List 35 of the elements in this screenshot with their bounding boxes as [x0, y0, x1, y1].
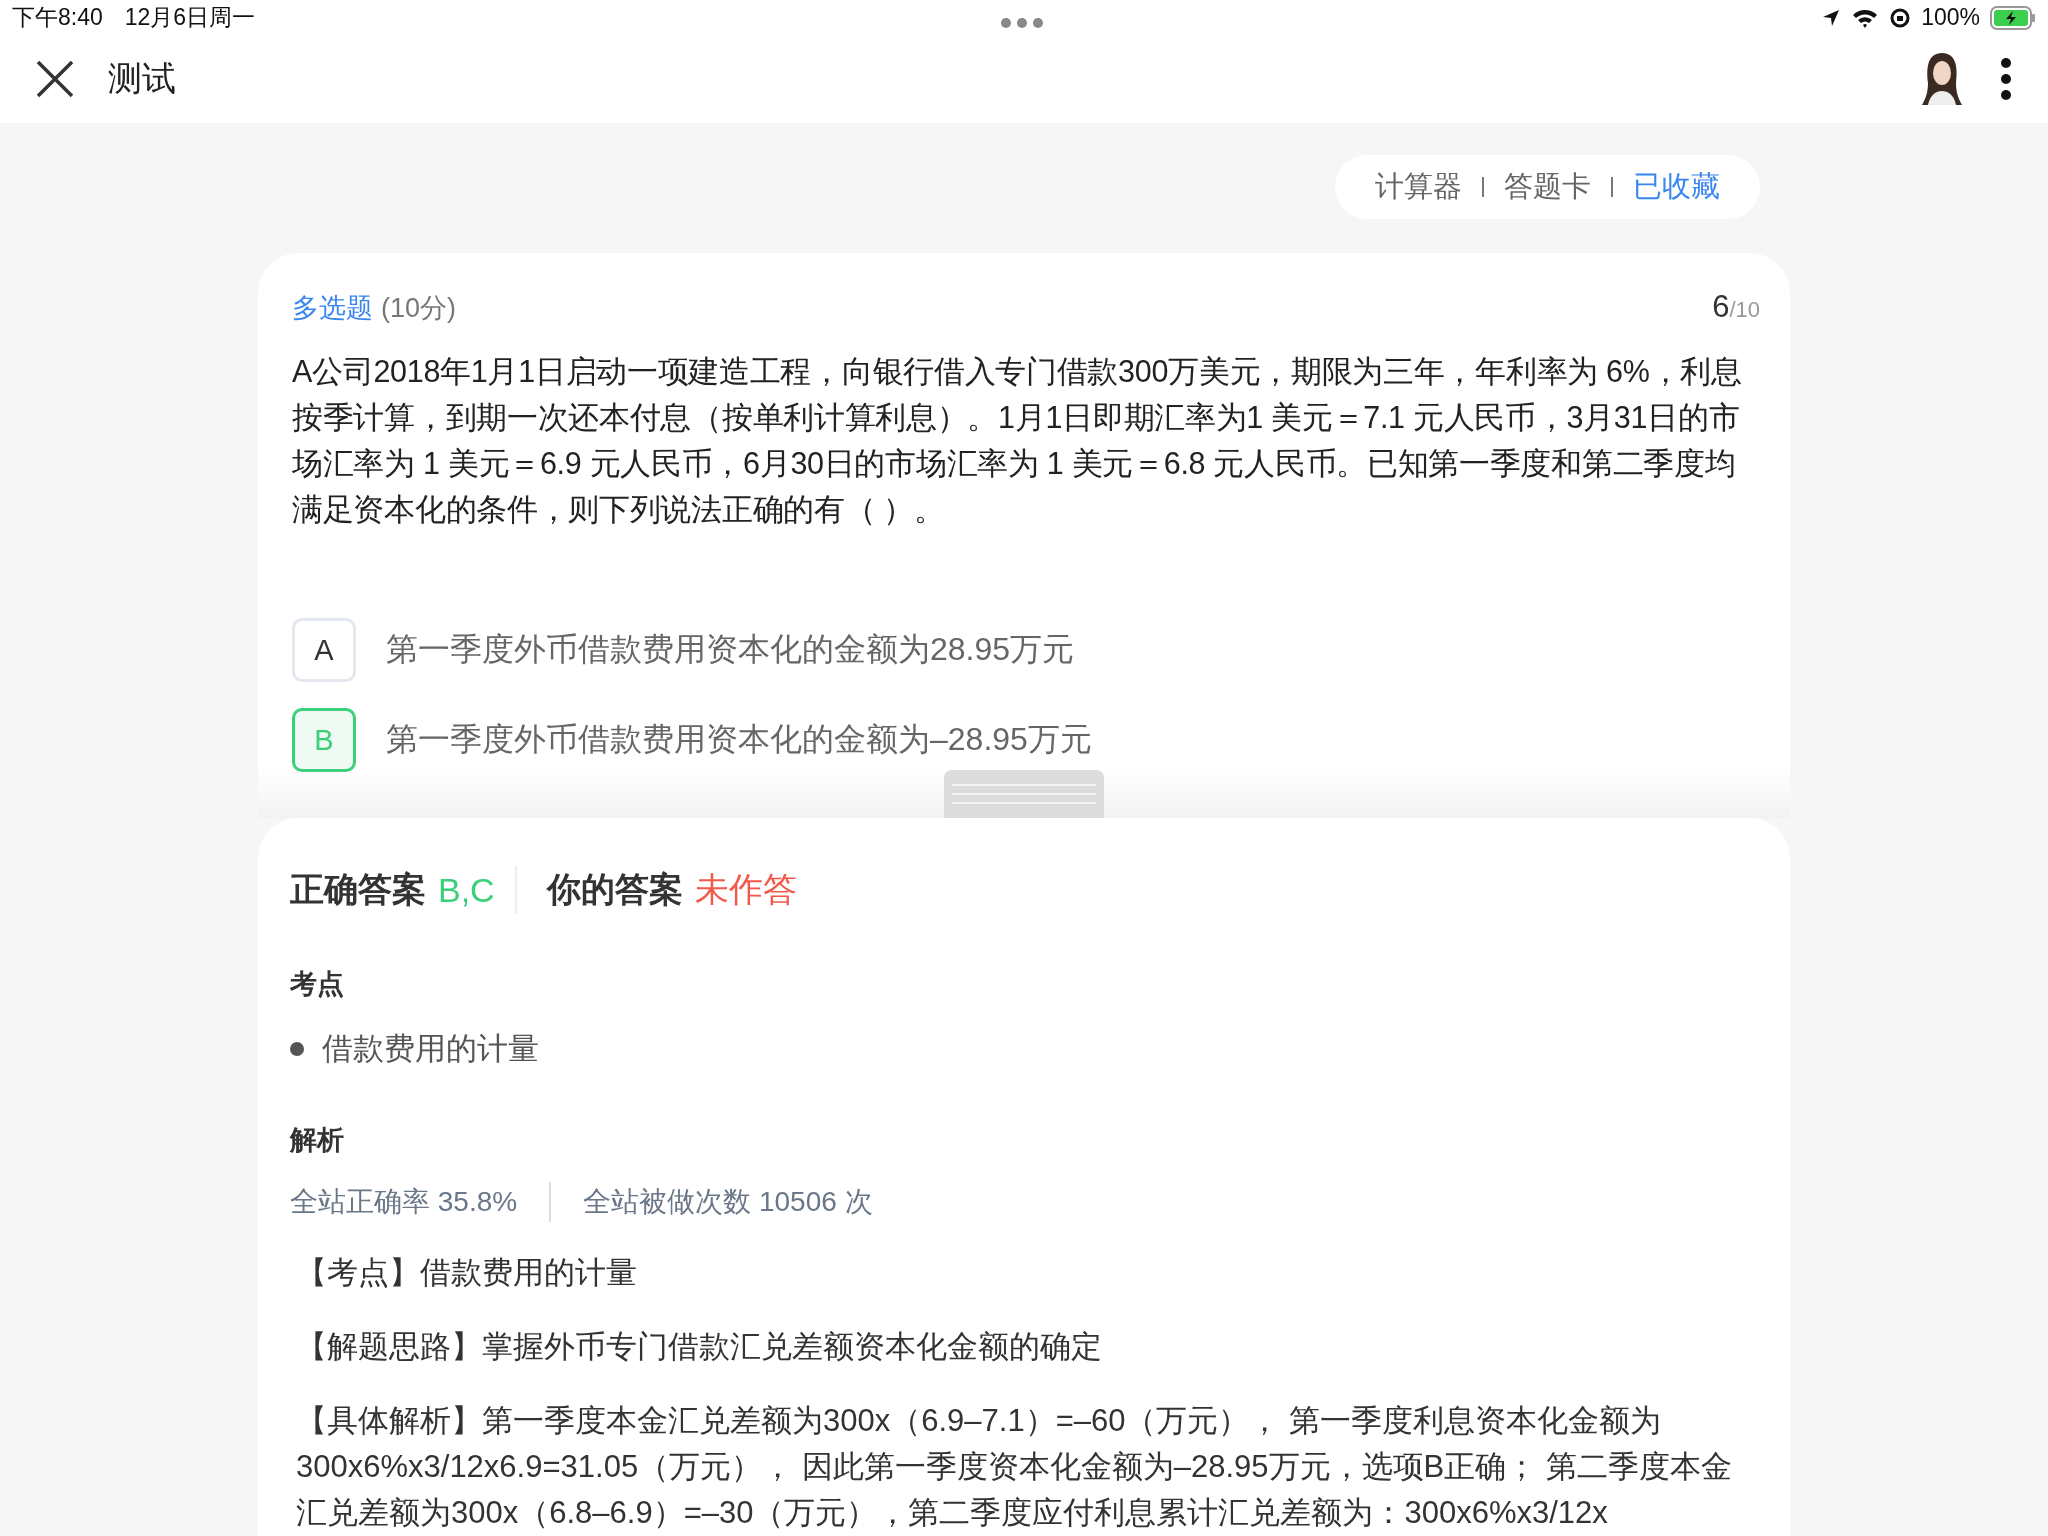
attempts-stat: 全站被做次数 10506 次 [583, 1185, 873, 1219]
section-heading: 解析 [290, 1124, 345, 1157]
question-index: 6 [1712, 289, 1730, 325]
battery-percent: 100% [1921, 4, 1980, 32]
status-time: 下午8:40 [12, 3, 103, 33]
close-icon[interactable] [36, 60, 74, 99]
question-type: 多选题 [292, 292, 373, 325]
more-icon[interactable] [2000, 57, 2012, 102]
status-date: 12月6日周一 [124, 3, 256, 33]
analysis-paragraph: 【考点】借款费用的计量 [296, 1254, 638, 1292]
drag-handle[interactable] [944, 770, 1104, 818]
topic-item: 借款费用的计量 [322, 1030, 539, 1068]
location-icon [1821, 7, 1842, 28]
page-title: 测试 [108, 58, 176, 100]
toolbar-link[interactable]: 计算器 [1375, 167, 1462, 207]
option-letter[interactable]: A [292, 618, 356, 682]
analysis-paragraph: 【具体解析】第一季度本金汇兑差额为300x（6.9–7.1）=–60（万元）， 第一季度利息资本化金额为300x6%x3/12x6.9=31.05（万元）， 因此第一季度资本化金额为–28.95万元，选项B正确； 第二季度本金汇兑差额为300x（6.8–6.9）=–30（万元），第二季度应付利息累计汇兑差额为：300x6%x3/12x [296, 1402, 1733, 1532]
option-text[interactable]: 第一季度外币借款费用资本化的金额为28.95万元 [386, 628, 1075, 672]
multitask-dots-icon[interactable] [1000, 17, 1044, 29]
toolbar-link[interactable]: 已收藏 [1633, 167, 1720, 207]
question-score: (10分) [381, 292, 456, 325]
correct-answer-label: 正确答案 [290, 869, 426, 910]
question-total: /10 [1729, 297, 1760, 323]
battery-charging-icon [1990, 5, 2036, 30]
section-heading: 考点 [290, 968, 345, 1001]
question-text: A公司2018年1月1日启动一项建造工程，向银行借入专门借款300万美元，期限为三年，年利率为 6%，利息按季计算，到期一次还本付息（按单利计算利息）。1月1日即期汇率为1 美元＝7.1 元人民币，3月31日的市场汇率为 1 美元＝6.9 元人民币，6月30日的市场汇率为 1 美元＝6.8 元人民币。已知第一季度和第二季度均满足资本化的条件，则下列说法正确的有（ ）。 [292, 353, 1743, 528]
bullet-icon [290, 1042, 304, 1056]
your-answer-label: 你的答案 [546, 869, 683, 910]
analysis-paragraph: 【解题思路】掌握外币专门借款汇兑差额资本化金额的确定 [296, 1328, 1103, 1366]
correct-answer-value: B,C [438, 870, 495, 910]
toolbar-link[interactable]: 答题卡 [1504, 167, 1591, 207]
your-answer-value: 未作答 [694, 869, 797, 910]
rotation-lock-icon [1889, 6, 1912, 29]
option-text[interactable]: 第一季度外币借款费用资本化的金额为–28.95万元 [386, 718, 1092, 762]
accuracy-stat: 全站正确率 35.8% [290, 1185, 518, 1219]
